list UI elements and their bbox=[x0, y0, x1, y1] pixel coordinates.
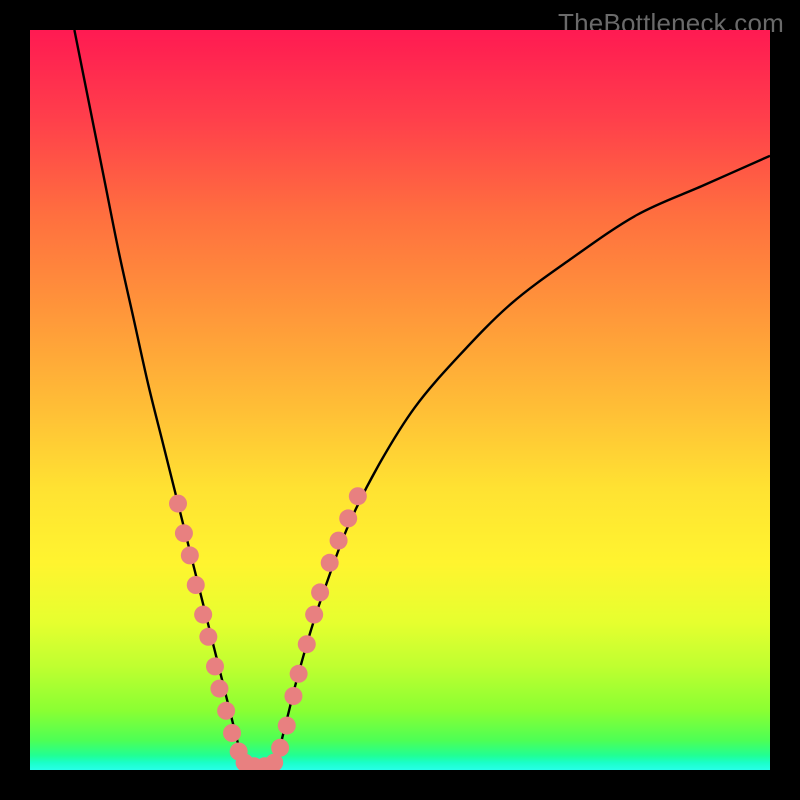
marker-dot bbox=[339, 509, 357, 527]
marker-dot bbox=[321, 554, 339, 572]
marker-dot bbox=[298, 635, 316, 653]
marker-dot bbox=[175, 524, 193, 542]
marker-dot bbox=[290, 665, 308, 683]
chart-frame: TheBottleneck.com bbox=[0, 0, 800, 800]
marker-dot bbox=[187, 576, 205, 594]
marker-dot bbox=[330, 532, 348, 550]
plot-area bbox=[30, 30, 770, 770]
marker-dot bbox=[169, 495, 187, 513]
curve-layer bbox=[30, 30, 770, 770]
marker-dot bbox=[181, 546, 199, 564]
marker-dot bbox=[223, 724, 241, 742]
marker-dot bbox=[194, 606, 212, 624]
marker-dot bbox=[206, 657, 224, 675]
right-curve bbox=[274, 156, 770, 770]
marker-dot bbox=[284, 687, 302, 705]
marker-dot bbox=[311, 583, 329, 601]
marker-dot bbox=[210, 680, 228, 698]
marker-dot bbox=[305, 606, 323, 624]
marker-dot bbox=[349, 487, 367, 505]
marker-dot bbox=[278, 717, 296, 735]
marker-dot bbox=[217, 702, 235, 720]
marker-group bbox=[169, 487, 367, 770]
marker-dot bbox=[199, 628, 217, 646]
marker-dot bbox=[271, 739, 289, 757]
